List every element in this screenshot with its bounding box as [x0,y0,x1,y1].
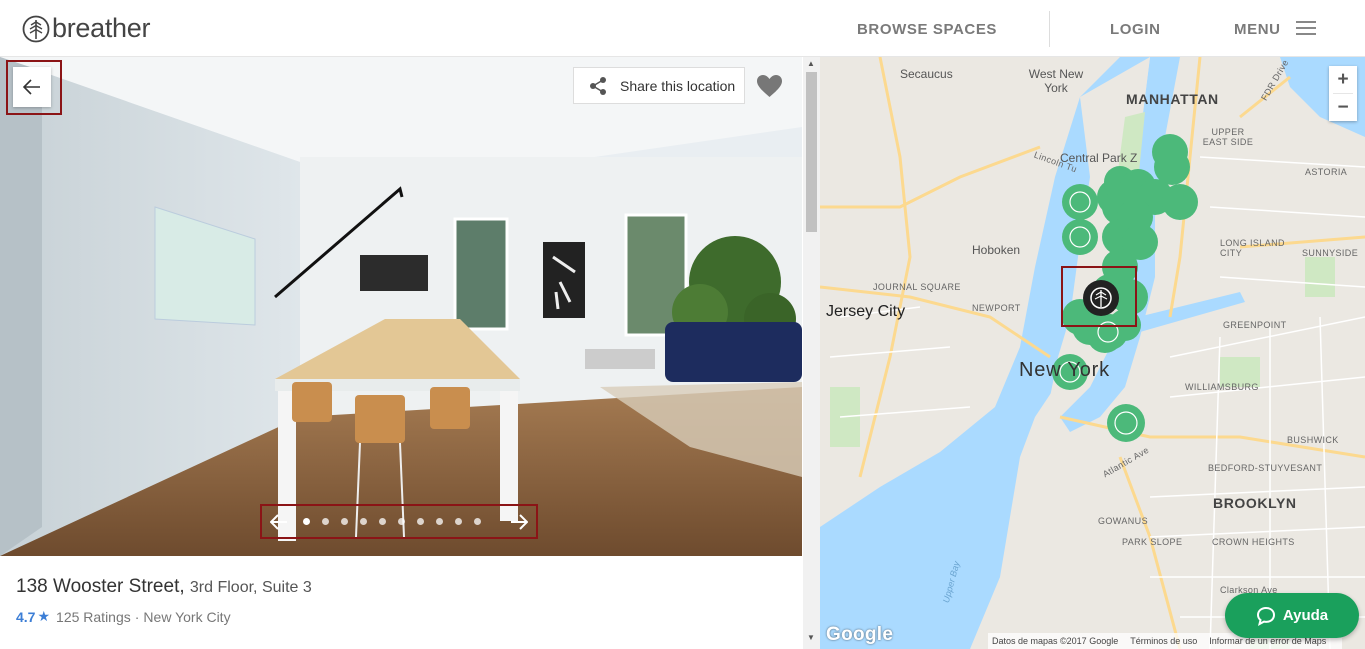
nav-login[interactable]: LOGIN [1110,21,1161,38]
highlight-box-back [6,60,62,115]
google-logo: Google [826,624,894,645]
chat-bubble-icon [1256,606,1275,626]
brand-name: breather [52,13,151,43]
map-label-west-new-york: West New York [1028,67,1084,95]
hamburger-icon[interactable] [1296,21,1316,35]
highlight-box-selected-pin [1061,266,1137,327]
site-header: breather BROWSE SPACES LOGIN MENU [0,0,1365,57]
map-label-long-island-city: LONG ISLAND CITY [1220,238,1285,258]
zoom-out-button[interactable]: − [1329,94,1357,121]
carousel-dot[interactable] [360,518,367,525]
map-label-bushwick: BUSHWICK [1287,435,1339,445]
map-label-secaucus: Secaucus [900,67,953,81]
carousel-dot[interactable] [341,518,348,525]
carousel-dots [303,518,493,525]
share-label: Share this location [620,77,736,94]
map-label-sunnyside: SUNNYSIDE [1302,248,1359,258]
location-map[interactable]: Secaucus West New York MANHATTAN UPPER E… [820,57,1365,649]
page-scrollbar[interactable]: ▲ ▼ [803,57,820,649]
map-label-new-york: New York [1019,359,1110,381]
map-label-hoboken: Hoboken [972,243,1021,257]
arrow-left-icon [270,513,287,530]
map-label-park-slope: PARK SLOPE [1122,537,1183,547]
carousel-dot[interactable] [474,518,481,525]
share-icon [590,76,606,95]
scroll-down-arrow[interactable]: ▼ [807,633,815,642]
listing-info: 138 Wooster Street, 3rd Floor, Suite 3 4… [0,556,802,649]
listing-meta: 4.7 ★ 125 Ratings · New York City [16,608,231,625]
ratings-count[interactable]: 125 Ratings [56,609,131,625]
map-label-bedford-stuyvesant: BEDFORD-STUYVESANT [1208,463,1323,473]
rating-value: 4.7 [16,608,36,625]
map-label-gowanus: GOWANUS [1098,516,1148,526]
nav-browse-spaces[interactable]: BROWSE SPACES [857,21,997,38]
map-label-astoria: ASTORIA [1305,167,1348,177]
carousel-dot[interactable] [455,518,462,525]
carousel-dot[interactable] [379,518,386,525]
space-photo: Share this location [0,57,802,556]
carousel-dot[interactable] [398,518,405,525]
nav-menu[interactable]: MENU [1234,21,1281,38]
nav-divider [1049,11,1050,47]
office-photo-illustration [0,57,802,556]
map-label-greenpoint: GREENPOINT [1223,320,1287,330]
meta-separator: · [134,608,140,625]
map-data-credit: Datos de mapas ©2017 Google [992,636,1119,646]
carousel-prev-button[interactable] [267,510,291,534]
map-label-brooklyn: BROOKLYN [1213,495,1297,511]
carousel-next-button[interactable] [507,510,531,534]
arrow-right-icon [511,513,528,530]
help-label: Ayuda [1282,607,1329,624]
listing-address: 138 Wooster Street, 3rd Floor, Suite 3 [16,576,312,598]
star-icon: ★ [37,608,51,624]
scroll-up-arrow[interactable]: ▲ [807,59,815,68]
map-label-jersey-city: Jersey City [826,303,906,320]
carousel-dot[interactable] [417,518,424,525]
tree-logo-icon [22,15,50,42]
listing-city: New York City [143,608,231,625]
map-label-upper-east-side: UPPER EAST SIDE [1202,127,1254,147]
address-street: 138 Wooster Street, [16,576,185,597]
map-terms-link[interactable]: Términos de uso [1130,636,1197,646]
address-detail: 3rd Floor, Suite 3 [189,579,312,596]
map-label-newport: NEWPORT [972,303,1021,313]
map-label-crown-heights: CROWN HEIGHTS [1212,537,1295,547]
share-location-button[interactable]: Share this location [573,67,745,104]
map-tiles [820,57,1365,649]
scroll-thumb[interactable] [806,72,817,232]
map-zoom-control: + − [1329,66,1357,121]
map-label-journal-square: JOURNAL SQUARE [873,282,961,292]
map-label-manhattan: MANHATTAN [1126,91,1219,107]
brand-logo[interactable]: breather [22,13,150,44]
help-chat-button[interactable]: Ayuda [1225,593,1359,638]
heart-icon[interactable] [756,74,783,98]
carousel-dot[interactable] [322,518,329,525]
carousel-dot[interactable] [436,518,443,525]
photo-carousel-controls [260,504,538,539]
carousel-dot[interactable] [303,518,310,525]
map-label-williamsburg: WILLIAMSBURG [1185,382,1259,392]
zoom-in-button[interactable]: + [1329,66,1357,93]
